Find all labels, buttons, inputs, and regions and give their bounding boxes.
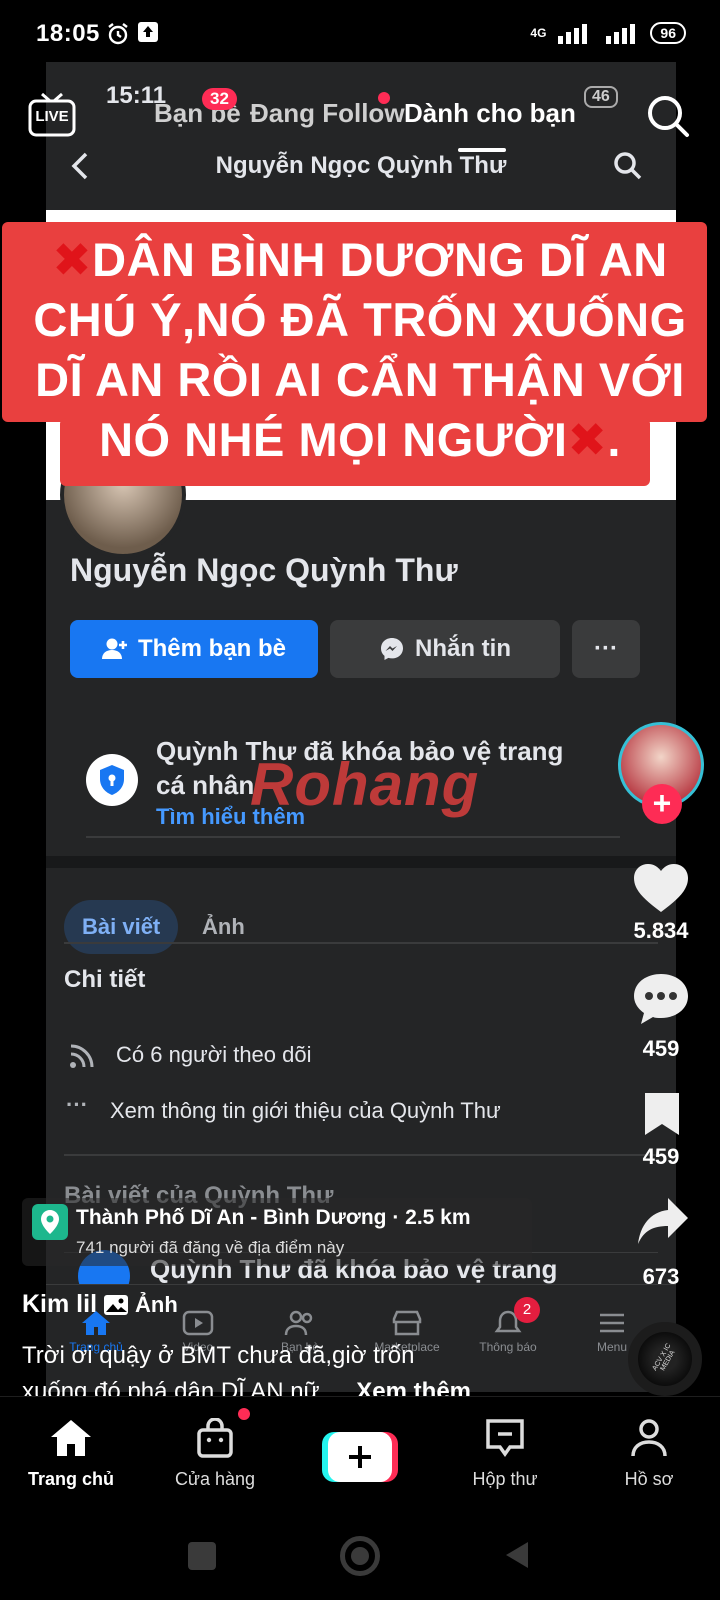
following-dot: [378, 92, 390, 104]
fb-header-title: Nguyễn Ngọc Quỳnh Thư: [215, 152, 507, 179]
photo-tag: Ảnh: [135, 1291, 178, 1317]
caption-line-4-text: NÓ NHÉ MỌI NGƯỜI: [99, 413, 568, 466]
battery-indicator: 96: [650, 22, 686, 44]
cross-mark-icon: ✖: [567, 413, 608, 466]
inner-battery: 46: [584, 86, 618, 108]
location-distance: · 2.5 km: [392, 1206, 471, 1229]
notification-badge: 2: [514, 1297, 540, 1323]
search-icon[interactable]: [646, 94, 690, 143]
upload-notification-icon: [138, 22, 158, 42]
share-icon[interactable]: [636, 1196, 690, 1251]
status-icons: 4G 96: [530, 22, 686, 44]
comment-count: 459: [642, 1036, 680, 1061]
add-friend-button[interactable]: Thêm bạn bè: [70, 620, 318, 678]
nav-profile[interactable]: Hồ sơ: [584, 1418, 714, 1490]
plus-icon: [349, 1446, 371, 1468]
shop-dot: [238, 1408, 250, 1420]
nav-inbox-label: Hộp thư: [472, 1469, 538, 1489]
back-triangle-icon: [506, 1542, 528, 1568]
heart-icon[interactable]: [632, 862, 690, 919]
bookmark-icon[interactable]: [642, 1090, 682, 1143]
follow-plus-button[interactable]: +: [642, 784, 682, 824]
message-button[interactable]: Nhắn tin: [330, 620, 560, 678]
author-name[interactable]: Kim lil: [22, 1290, 97, 1319]
caption-line-1: ✖DÂN BÌNH DƯƠNG DĨ AN: [0, 232, 720, 288]
comment-icon[interactable]: [632, 972, 690, 1031]
music-disc[interactable]: ACV X IC MEDIA: [628, 1322, 702, 1396]
nav-shop-label: Cửa hàng: [174, 1469, 256, 1489]
nav-shop[interactable]: Cửa hàng: [150, 1417, 280, 1490]
section-gap: [46, 856, 676, 868]
signal-icon: [558, 24, 588, 44]
shop-bag-icon: [197, 1417, 233, 1458]
nav-home[interactable]: Trang chủ: [6, 1418, 136, 1490]
profile-icon: [631, 1419, 667, 1457]
tiktok-screen: 18:05 4G 96 15:11 46 Nguyễn Ngọc Quỳnh T…: [0, 0, 720, 1600]
more-options-button[interactable]: ···: [572, 620, 640, 678]
location-sub: 741 người đã đăng về địa điểm này: [76, 1238, 345, 1257]
live-label: LIVE: [35, 108, 69, 125]
like-count: 5.834: [633, 918, 689, 943]
live-icon[interactable]: LIVE: [28, 92, 76, 143]
profile-name: Nguyễn Ngọc Quỳnh Thư: [70, 552, 458, 588]
bookmark-count: 459: [642, 1144, 680, 1169]
fb-nav-notifications: Thông báo 2: [470, 1297, 546, 1354]
add-friend-icon: [101, 638, 127, 659]
network-type: 4G: [530, 26, 547, 40]
shield-lock-icon: [86, 754, 138, 806]
nav-inbox[interactable]: Hộp thư: [440, 1418, 570, 1490]
cross-mark-icon: ✖: [52, 233, 93, 286]
share-count: 673: [642, 1264, 680, 1289]
back-button[interactable]: [504, 1540, 530, 1575]
nav-home-label: Trang chủ: [27, 1469, 114, 1489]
caption-line-3: DĨ AN RỒI AI CẨN THẬN VỚI: [35, 353, 685, 406]
location-pin-icon: [32, 1204, 68, 1240]
create-button[interactable]: [322, 1432, 398, 1482]
locked-text-line2: cá nhân: [156, 770, 255, 800]
active-tab-indicator: [458, 148, 506, 152]
inbox-icon: [486, 1419, 524, 1458]
location-anchor[interactable]: Thành Phố Dĩ An - Bình Dương · 2.5 km 74…: [22, 1198, 532, 1266]
messenger-icon: [381, 638, 403, 660]
ellipsis-icon: ···: [66, 1092, 88, 1117]
tab-photos[interactable]: Ảnh: [202, 914, 245, 940]
location-name-text: Thành Phố Dĩ An - Bình Dương: [76, 1206, 387, 1229]
details-title: Chi tiết: [64, 966, 146, 993]
followers-text: Có 6 người theo dõi: [116, 1042, 312, 1067]
intro-link[interactable]: Xem thông tin giới thiệu của Quỳnh Thư: [110, 1098, 501, 1124]
alarm-icon: [106, 22, 130, 51]
location-name: Thành Phố Dĩ An - Bình Dương · 2.5 km: [76, 1206, 471, 1230]
divider: [64, 942, 658, 944]
tab-posts[interactable]: Bài viết: [64, 900, 179, 954]
friends-badge: 32: [202, 88, 237, 110]
caption-line-4: NÓ NHÉ MỌI NGƯỜI✖.: [0, 412, 720, 468]
post-caption-line1: Trời ơi quậy ở BMT chưa đã,giờ trốn: [22, 1342, 415, 1369]
status-time: 18:05: [36, 20, 100, 47]
recents-button[interactable]: [188, 1542, 216, 1570]
nav-profile-label: Hồ sơ: [624, 1469, 674, 1489]
caption-line-2: CHÚ Ý,NÓ ĐÃ TRỐN XUỐNG: [33, 293, 687, 346]
watermark-logo: Rohang: [250, 751, 480, 818]
fb-nav-notifications-label: Thông báo: [479, 1340, 537, 1354]
home-button[interactable]: [340, 1536, 380, 1576]
caption-line-4-suffix: .: [607, 413, 621, 466]
locked-profile-notice: Quỳnh Thư đã khóa bảo vệ trang cá nhân T…: [82, 722, 642, 842]
home-icon: [51, 1420, 91, 1456]
photo-icon: [104, 1294, 129, 1315]
home-button-dot: [351, 1547, 369, 1565]
tab-for-you[interactable]: Dành cho bạn: [404, 98, 576, 129]
rss-icon: [68, 1040, 98, 1075]
divider: [86, 836, 620, 838]
fb-search-icon[interactable]: [612, 150, 644, 187]
music-disc-text: ACV X IC MEDIA: [651, 1342, 677, 1373]
message-label: Nhắn tin: [415, 635, 511, 662]
add-friend-label: Thêm bạn bè: [137, 635, 287, 662]
signal-2-icon: [606, 24, 636, 44]
caption-line-1-text: DÂN BÌNH DƯƠNG DĨ AN: [92, 233, 668, 286]
post-author-row: Kim lil Ảnh: [22, 1290, 178, 1319]
divider: [64, 1154, 658, 1156]
